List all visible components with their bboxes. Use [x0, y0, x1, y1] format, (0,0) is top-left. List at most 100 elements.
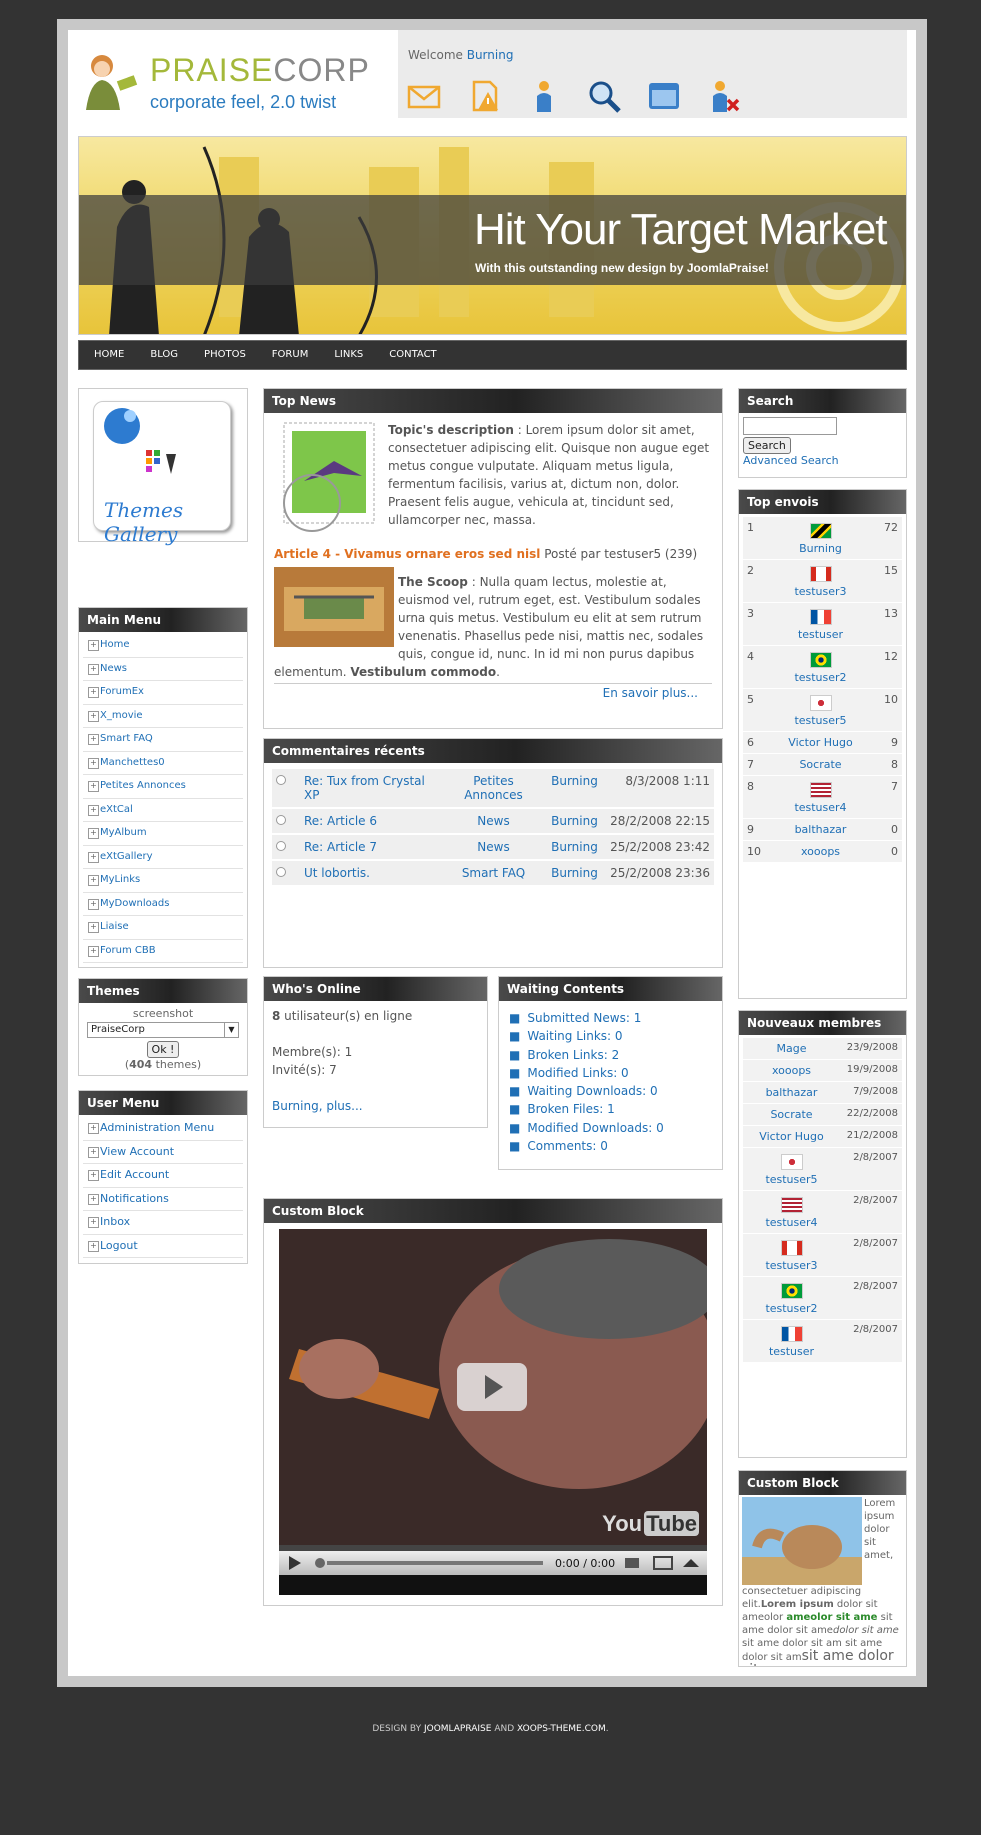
menu-link[interactable]: Liaise	[100, 921, 129, 932]
menu-link[interactable]: MyLinks	[100, 874, 140, 885]
advanced-search-link[interactable]: Advanced Search	[743, 454, 839, 467]
video-player[interactable]: You Tube 0:00 / 0:00	[279, 1229, 719, 1595]
poster-name[interactable]: Victor Hugo	[788, 736, 852, 749]
online-users-link[interactable]: Burning, plus...	[272, 1099, 363, 1113]
waiting-link[interactable]: Comments: 0	[527, 1139, 608, 1153]
comment-title[interactable]: Re: Article 6	[304, 814, 377, 828]
waiting-link[interactable]: Waiting Downloads: 0	[527, 1084, 657, 1098]
play-overlay-button[interactable]	[457, 1363, 527, 1411]
comment-user[interactable]: Burning	[551, 774, 598, 788]
waiting-link[interactable]: Submitted News: 1	[527, 1011, 641, 1025]
waiting-item[interactable]: ■ Waiting Links: 0	[509, 1027, 722, 1045]
poster-name[interactable]: xooops	[801, 845, 840, 858]
window-icon[interactable]	[646, 78, 682, 114]
waiting-item[interactable]: ■ Comments: 0	[509, 1137, 722, 1155]
user-icon[interactable]	[526, 78, 562, 114]
menu-link[interactable]: eXtGallery	[100, 851, 153, 862]
menu-item-liaise[interactable]: Liaise	[83, 916, 243, 940]
waiting-link[interactable]: Modified Links: 0	[527, 1066, 628, 1080]
menu-link[interactable]: Smart FAQ	[100, 733, 153, 744]
poster-name[interactable]: Burning	[799, 542, 842, 555]
menu-item-manchettes[interactable]: Manchettes0	[83, 752, 243, 775]
comment-title[interactable]: Ut lobortis.	[304, 866, 370, 880]
comment-title[interactable]: Re: Tux from Crystal XP	[304, 774, 425, 802]
user-delete-icon[interactable]	[706, 78, 742, 114]
user-menu-link[interactable]: Administration Menu	[100, 1121, 214, 1134]
menu-item-forumex[interactable]: ForumEx	[83, 681, 243, 705]
comment-module[interactable]: News	[477, 840, 509, 854]
menu-up-icon[interactable]	[683, 1559, 700, 1567]
search-input[interactable]	[743, 417, 837, 435]
comment-user[interactable]: Burning	[551, 866, 598, 880]
welcome-user-link[interactable]: Burning	[467, 48, 514, 62]
poster-name[interactable]: Socrate	[799, 758, 841, 771]
menu-item-mylinks[interactable]: MyLinks	[83, 869, 243, 893]
comment-module[interactable]: Smart FAQ	[462, 866, 525, 880]
member-name[interactable]: testuser5	[765, 1173, 817, 1186]
poster-name[interactable]: testuser5	[794, 714, 846, 727]
menu-link[interactable]: Home	[100, 639, 130, 650]
menu-item-mydownloads[interactable]: MyDownloads	[83, 893, 243, 916]
seek-bar[interactable]	[327, 1561, 543, 1565]
site-logo[interactable]: PRAISECORP corporate feel, 2.0 twist	[78, 40, 378, 130]
member-name[interactable]: Socrate	[770, 1108, 812, 1121]
waiting-item[interactable]: ■ Modified Downloads: 0	[509, 1119, 722, 1137]
nav-photos[interactable]: PHOTOS	[191, 341, 259, 369]
play-button[interactable]	[289, 1556, 301, 1570]
member-name[interactable]: testuser2	[765, 1302, 817, 1315]
user-menu-logout[interactable]: Logout	[83, 1235, 243, 1258]
user-menu-admin[interactable]: Administration Menu	[83, 1117, 243, 1141]
user-menu-inbox[interactable]: Inbox	[83, 1211, 243, 1235]
member-name[interactable]: testuser	[769, 1345, 814, 1358]
menu-item-myalbum[interactable]: MyAlbum	[83, 822, 243, 846]
volume-icon[interactable]	[625, 1558, 640, 1568]
member-name[interactable]: xooops	[772, 1064, 811, 1077]
screen-size-icon[interactable]	[653, 1556, 674, 1570]
menu-item-x-movie[interactable]: X_movie	[83, 705, 243, 728]
user-menu-edit-account[interactable]: Edit Account	[83, 1164, 243, 1188]
radio-icon[interactable]	[276, 815, 286, 825]
menu-link[interactable]: MyDownloads	[100, 898, 169, 909]
menu-item-home[interactable]: Home	[83, 634, 243, 658]
user-menu-notifications[interactable]: Notifications	[83, 1188, 243, 1211]
member-name[interactable]: testuser3	[765, 1259, 817, 1272]
waiting-link[interactable]: Waiting Links: 0	[527, 1029, 622, 1043]
menu-item-petites-annonces[interactable]: Petites Annonces	[83, 775, 243, 799]
footer-link-joomlapraise[interactable]: JOOMLAPRAISE	[424, 1724, 492, 1734]
nav-home[interactable]: HOME	[81, 341, 137, 369]
user-menu-link[interactable]: Notifications	[100, 1192, 169, 1205]
menu-link[interactable]: Manchettes0	[100, 757, 165, 768]
comment-module[interactable]: Petites Annonces	[464, 774, 523, 802]
menu-item-extcal[interactable]: eXtCal	[83, 799, 243, 822]
menu-link[interactable]: News	[100, 663, 127, 674]
poster-name[interactable]: testuser3	[794, 585, 846, 598]
menu-link[interactable]: X_movie	[100, 710, 143, 721]
comment-user[interactable]: Burning	[551, 840, 598, 854]
menu-link[interactable]: eXtCal	[100, 804, 133, 815]
menu-link[interactable]: Forum CBB	[100, 945, 156, 956]
waiting-item[interactable]: ■ Submitted News: 1	[509, 1009, 722, 1027]
theme-ok-button[interactable]: Ok !	[146, 1041, 180, 1058]
poster-name[interactable]: testuser4	[794, 801, 846, 814]
seek-handle[interactable]	[315, 1558, 325, 1568]
user-menu-link[interactable]: View Account	[100, 1145, 174, 1158]
radio-icon[interactable]	[276, 841, 286, 851]
mail-icon[interactable]	[406, 78, 442, 114]
member-name[interactable]: Mage	[777, 1042, 807, 1055]
menu-item-forum-cbb[interactable]: Forum CBB	[83, 940, 243, 963]
comment-user[interactable]: Burning	[551, 814, 598, 828]
nav-links[interactable]: LINKS	[321, 341, 376, 369]
waiting-link[interactable]: Broken Files: 1	[527, 1102, 614, 1116]
article-link[interactable]: Article 4 - Vivamus ornare eros sed nisl	[274, 547, 540, 561]
user-menu-link[interactable]: Inbox	[100, 1215, 130, 1228]
waiting-link[interactable]: Broken Links: 2	[527, 1048, 619, 1062]
menu-link[interactable]: ForumEx	[100, 686, 144, 697]
member-name[interactable]: testuser4	[765, 1216, 817, 1229]
waiting-item[interactable]: ■ Broken Files: 1	[509, 1100, 722, 1118]
member-name[interactable]: balthazar	[766, 1086, 818, 1099]
menu-link[interactable]: Petites Annonces	[100, 780, 186, 791]
waiting-item[interactable]: ■ Waiting Downloads: 0	[509, 1082, 722, 1100]
user-menu-link[interactable]: Edit Account	[100, 1168, 169, 1181]
themes-gallery-badge[interactable]: Themes Gallery	[93, 401, 231, 546]
member-name[interactable]: Victor Hugo	[759, 1130, 823, 1143]
